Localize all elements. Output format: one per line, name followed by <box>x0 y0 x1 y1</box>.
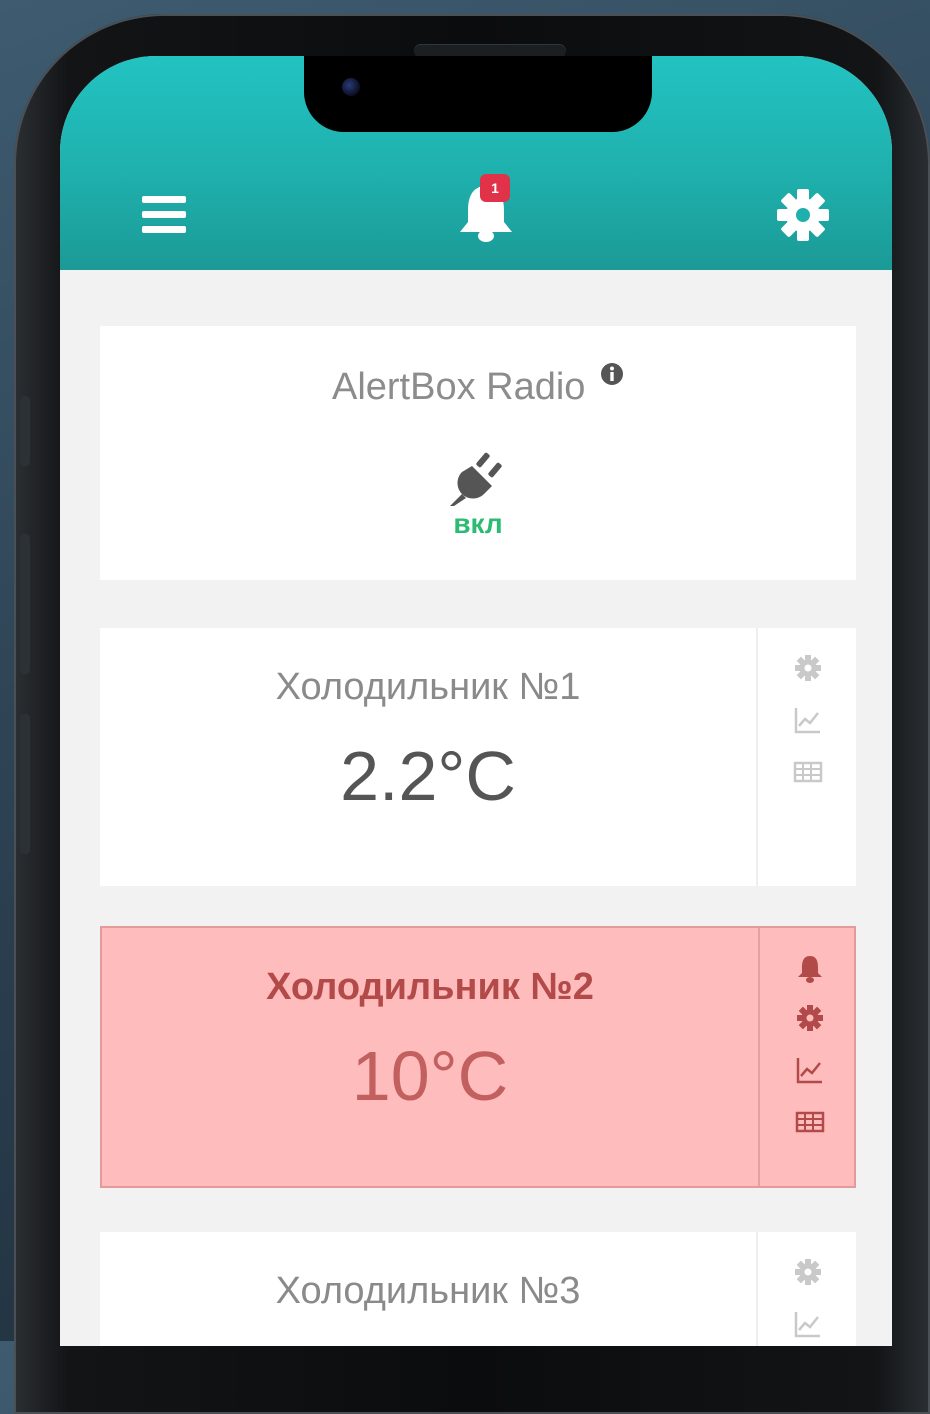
notification-badge: 1 <box>480 174 510 202</box>
table-icon[interactable] <box>792 756 824 788</box>
sensor-temperature: 2.2°C <box>340 737 516 815</box>
radio-status-text: вкл <box>453 508 503 539</box>
plug-icon <box>450 452 502 506</box>
sensor-main: Холодильник №2 10°C <box>102 928 758 1186</box>
phone-volume-up <box>20 534 30 674</box>
line-chart-icon[interactable] <box>792 1308 824 1340</box>
camera-icon <box>342 78 360 96</box>
app-screen: 1 AlertBox Radio вкл Холодильник №1 2.2°… <box>60 56 892 1346</box>
line-chart-icon[interactable] <box>792 704 824 736</box>
info-icon[interactable] <box>600 362 624 386</box>
radio-status-card[interactable]: AlertBox Radio вкл <box>100 326 856 580</box>
gear-icon[interactable] <box>792 652 824 684</box>
sensor-actions <box>756 628 858 886</box>
sensor-temperature: 10°C <box>351 1037 509 1115</box>
bell-icon[interactable] <box>794 952 826 984</box>
hamburger-menu-icon[interactable] <box>142 196 186 234</box>
sensor-name: Холодильник №3 <box>275 1270 581 1312</box>
line-chart-icon[interactable] <box>794 1054 826 1086</box>
gear-icon[interactable] <box>794 1002 826 1034</box>
gear-icon[interactable] <box>776 188 830 242</box>
sensor-card-3[interactable]: Холодильник №3 <box>100 1232 856 1346</box>
sensor-card-2[interactable]: Холодильник №2 10°C <box>100 926 856 1188</box>
sensor-name: Холодильник №1 <box>275 666 581 708</box>
gear-icon[interactable] <box>792 1256 824 1288</box>
sensor-card-1[interactable]: Холодильник №1 2.2°C <box>100 628 856 886</box>
phone-side-button <box>20 396 30 466</box>
radio-title-row: AlertBox Radio <box>100 363 856 409</box>
radio-title: AlertBox Radio <box>331 366 586 408</box>
phone-volume-down <box>20 714 30 854</box>
sensor-main: Холодильник №3 <box>100 1232 756 1346</box>
sensor-actions <box>758 928 860 1186</box>
notifications-button[interactable]: 1 <box>456 174 516 244</box>
sensor-name: Холодильник №2 <box>266 966 594 1008</box>
sensor-main: Холодильник №1 2.2°C <box>100 628 756 886</box>
sensor-actions <box>756 1232 858 1346</box>
table-icon[interactable] <box>794 1106 826 1138</box>
